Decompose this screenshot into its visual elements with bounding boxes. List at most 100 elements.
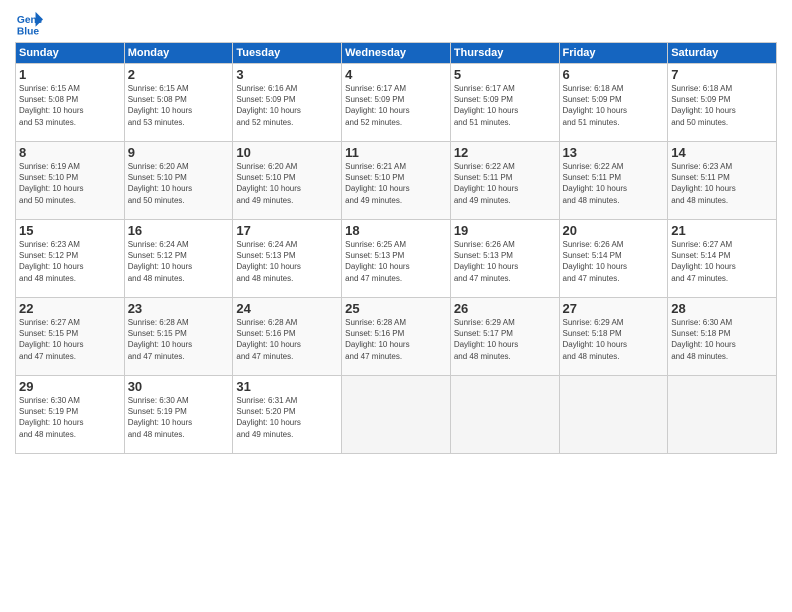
calendar-cell: 16Sunrise: 6:24 AM Sunset: 5:12 PM Dayli… <box>124 220 233 298</box>
calendar-week-row: 8Sunrise: 6:19 AM Sunset: 5:10 PM Daylig… <box>16 142 777 220</box>
day-number: 6 <box>563 67 665 82</box>
calendar-cell: 4Sunrise: 6:17 AM Sunset: 5:09 PM Daylig… <box>342 64 451 142</box>
calendar-cell: 1Sunrise: 6:15 AM Sunset: 5:08 PM Daylig… <box>16 64 125 142</box>
header-day: Saturday <box>668 43 777 64</box>
calendar-week-row: 1Sunrise: 6:15 AM Sunset: 5:08 PM Daylig… <box>16 64 777 142</box>
calendar-cell: 8Sunrise: 6:19 AM Sunset: 5:10 PM Daylig… <box>16 142 125 220</box>
svg-text:Blue: Blue <box>17 26 40 37</box>
logo-icon: General Blue <box>15 10 43 38</box>
day-info: Sunrise: 6:31 AM Sunset: 5:20 PM Dayligh… <box>236 395 338 440</box>
calendar-cell: 13Sunrise: 6:22 AM Sunset: 5:11 PM Dayli… <box>559 142 668 220</box>
day-info: Sunrise: 6:16 AM Sunset: 5:09 PM Dayligh… <box>236 83 338 128</box>
day-info: Sunrise: 6:17 AM Sunset: 5:09 PM Dayligh… <box>454 83 556 128</box>
day-number: 7 <box>671 67 773 82</box>
day-info: Sunrise: 6:20 AM Sunset: 5:10 PM Dayligh… <box>236 161 338 206</box>
day-info: Sunrise: 6:23 AM Sunset: 5:12 PM Dayligh… <box>19 239 121 284</box>
day-info: Sunrise: 6:28 AM Sunset: 5:16 PM Dayligh… <box>236 317 338 362</box>
day-info: Sunrise: 6:26 AM Sunset: 5:13 PM Dayligh… <box>454 239 556 284</box>
day-info: Sunrise: 6:26 AM Sunset: 5:14 PM Dayligh… <box>563 239 665 284</box>
header-day: Sunday <box>16 43 125 64</box>
calendar-cell: 5Sunrise: 6:17 AM Sunset: 5:09 PM Daylig… <box>450 64 559 142</box>
day-number: 2 <box>128 67 230 82</box>
day-info: Sunrise: 6:27 AM Sunset: 5:15 PM Dayligh… <box>19 317 121 362</box>
calendar-cell: 31Sunrise: 6:31 AM Sunset: 5:20 PM Dayli… <box>233 376 342 454</box>
header-day: Wednesday <box>342 43 451 64</box>
day-number: 11 <box>345 145 447 160</box>
calendar-cell: 22Sunrise: 6:27 AM Sunset: 5:15 PM Dayli… <box>16 298 125 376</box>
calendar-cell: 28Sunrise: 6:30 AM Sunset: 5:18 PM Dayli… <box>668 298 777 376</box>
day-number: 30 <box>128 379 230 394</box>
day-info: Sunrise: 6:18 AM Sunset: 5:09 PM Dayligh… <box>563 83 665 128</box>
calendar-cell: 26Sunrise: 6:29 AM Sunset: 5:17 PM Dayli… <box>450 298 559 376</box>
calendar-cell: 9Sunrise: 6:20 AM Sunset: 5:10 PM Daylig… <box>124 142 233 220</box>
day-number: 15 <box>19 223 121 238</box>
calendar-cell <box>450 376 559 454</box>
day-info: Sunrise: 6:23 AM Sunset: 5:11 PM Dayligh… <box>671 161 773 206</box>
day-number: 18 <box>345 223 447 238</box>
day-number: 3 <box>236 67 338 82</box>
day-number: 17 <box>236 223 338 238</box>
header-day: Thursday <box>450 43 559 64</box>
day-info: Sunrise: 6:15 AM Sunset: 5:08 PM Dayligh… <box>19 83 121 128</box>
calendar-cell: 15Sunrise: 6:23 AM Sunset: 5:12 PM Dayli… <box>16 220 125 298</box>
calendar-cell <box>668 376 777 454</box>
calendar-cell: 3Sunrise: 6:16 AM Sunset: 5:09 PM Daylig… <box>233 64 342 142</box>
calendar-cell: 24Sunrise: 6:28 AM Sunset: 5:16 PM Dayli… <box>233 298 342 376</box>
day-info: Sunrise: 6:17 AM Sunset: 5:09 PM Dayligh… <box>345 83 447 128</box>
day-number: 29 <box>19 379 121 394</box>
calendar-cell: 17Sunrise: 6:24 AM Sunset: 5:13 PM Dayli… <box>233 220 342 298</box>
calendar-cell: 20Sunrise: 6:26 AM Sunset: 5:14 PM Dayli… <box>559 220 668 298</box>
day-number: 9 <box>128 145 230 160</box>
calendar-week-row: 29Sunrise: 6:30 AM Sunset: 5:19 PM Dayli… <box>16 376 777 454</box>
day-number: 24 <box>236 301 338 316</box>
calendar-cell: 14Sunrise: 6:23 AM Sunset: 5:11 PM Dayli… <box>668 142 777 220</box>
day-info: Sunrise: 6:27 AM Sunset: 5:14 PM Dayligh… <box>671 239 773 284</box>
header-day: Friday <box>559 43 668 64</box>
day-number: 22 <box>19 301 121 316</box>
day-info: Sunrise: 6:20 AM Sunset: 5:10 PM Dayligh… <box>128 161 230 206</box>
calendar-week-row: 15Sunrise: 6:23 AM Sunset: 5:12 PM Dayli… <box>16 220 777 298</box>
day-number: 23 <box>128 301 230 316</box>
calendar-week-row: 22Sunrise: 6:27 AM Sunset: 5:15 PM Dayli… <box>16 298 777 376</box>
day-number: 31 <box>236 379 338 394</box>
day-number: 4 <box>345 67 447 82</box>
day-info: Sunrise: 6:29 AM Sunset: 5:18 PM Dayligh… <box>563 317 665 362</box>
day-number: 20 <box>563 223 665 238</box>
day-number: 8 <box>19 145 121 160</box>
calendar-cell: 19Sunrise: 6:26 AM Sunset: 5:13 PM Dayli… <box>450 220 559 298</box>
calendar-cell: 10Sunrise: 6:20 AM Sunset: 5:10 PM Dayli… <box>233 142 342 220</box>
calendar-page: General Blue SundayMondayTuesdayWednesda… <box>0 0 792 612</box>
day-number: 26 <box>454 301 556 316</box>
day-info: Sunrise: 6:18 AM Sunset: 5:09 PM Dayligh… <box>671 83 773 128</box>
day-number: 12 <box>454 145 556 160</box>
day-number: 1 <box>19 67 121 82</box>
logo: General Blue <box>15 10 47 38</box>
calendar-cell: 12Sunrise: 6:22 AM Sunset: 5:11 PM Dayli… <box>450 142 559 220</box>
calendar-cell: 27Sunrise: 6:29 AM Sunset: 5:18 PM Dayli… <box>559 298 668 376</box>
day-number: 21 <box>671 223 773 238</box>
day-number: 27 <box>563 301 665 316</box>
calendar-cell: 11Sunrise: 6:21 AM Sunset: 5:10 PM Dayli… <box>342 142 451 220</box>
day-info: Sunrise: 6:30 AM Sunset: 5:18 PM Dayligh… <box>671 317 773 362</box>
header-day: Monday <box>124 43 233 64</box>
header-row: SundayMondayTuesdayWednesdayThursdayFrid… <box>16 43 777 64</box>
calendar-cell: 23Sunrise: 6:28 AM Sunset: 5:15 PM Dayli… <box>124 298 233 376</box>
calendar-table: SundayMondayTuesdayWednesdayThursdayFrid… <box>15 42 777 454</box>
calendar-cell <box>342 376 451 454</box>
day-number: 16 <box>128 223 230 238</box>
day-info: Sunrise: 6:24 AM Sunset: 5:13 PM Dayligh… <box>236 239 338 284</box>
calendar-cell: 7Sunrise: 6:18 AM Sunset: 5:09 PM Daylig… <box>668 64 777 142</box>
day-info: Sunrise: 6:24 AM Sunset: 5:12 PM Dayligh… <box>128 239 230 284</box>
day-info: Sunrise: 6:21 AM Sunset: 5:10 PM Dayligh… <box>345 161 447 206</box>
calendar-cell: 21Sunrise: 6:27 AM Sunset: 5:14 PM Dayli… <box>668 220 777 298</box>
day-number: 5 <box>454 67 556 82</box>
day-info: Sunrise: 6:22 AM Sunset: 5:11 PM Dayligh… <box>454 161 556 206</box>
day-info: Sunrise: 6:29 AM Sunset: 5:17 PM Dayligh… <box>454 317 556 362</box>
day-info: Sunrise: 6:30 AM Sunset: 5:19 PM Dayligh… <box>128 395 230 440</box>
calendar-cell: 29Sunrise: 6:30 AM Sunset: 5:19 PM Dayli… <box>16 376 125 454</box>
day-info: Sunrise: 6:22 AM Sunset: 5:11 PM Dayligh… <box>563 161 665 206</box>
day-info: Sunrise: 6:15 AM Sunset: 5:08 PM Dayligh… <box>128 83 230 128</box>
day-info: Sunrise: 6:30 AM Sunset: 5:19 PM Dayligh… <box>19 395 121 440</box>
day-number: 13 <box>563 145 665 160</box>
calendar-cell <box>559 376 668 454</box>
